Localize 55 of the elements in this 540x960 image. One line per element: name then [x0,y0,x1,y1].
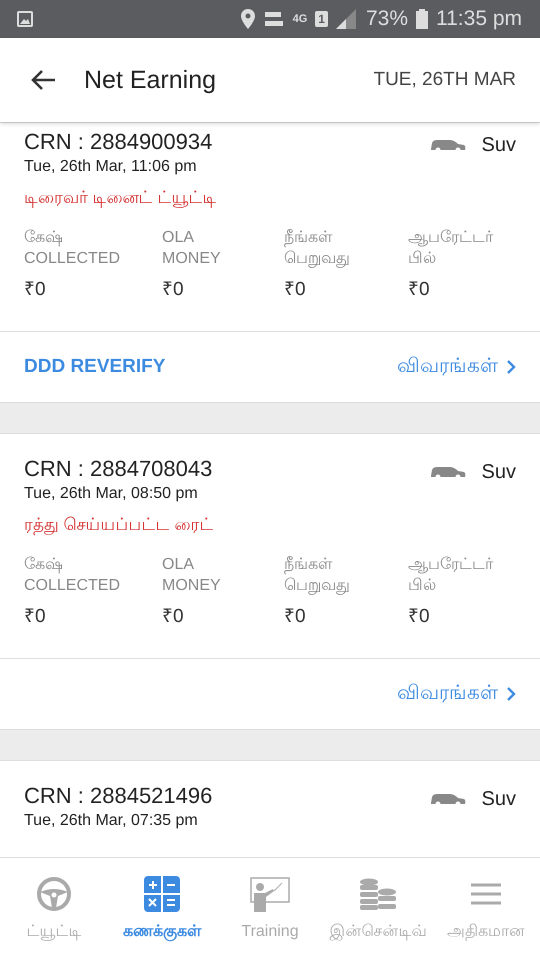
car-icon [430,466,466,480]
amount-value: ₹0 [24,278,47,301]
details-link[interactable]: விவரங்கள் [397,682,498,706]
amount-value: ₹0 [162,278,185,301]
image-icon [16,10,34,28]
sim-indicator: 1 [315,11,328,27]
network-type: 4G [292,13,308,25]
car-icon [430,792,466,806]
amount-value: ₹0 [24,605,47,628]
nav-tab[interactable]: Training [216,858,324,960]
amount-label: ஆபரேட்டர் பில் [408,228,494,269]
ride-status: டிரைவர் டினைட் ட்யூட்டி [24,188,218,209]
coins-icon [358,876,398,912]
amount-label: ஆபரேட்டர் பில் [408,555,494,596]
vehicle-type: Suv [482,461,516,484]
chevron-right-icon[interactable] [506,686,516,702]
amount-label: நீங்கள் பெறுவது [284,228,351,269]
amount-value: ₹0 [408,605,431,628]
amount-label: நீங்கள் பெறுவது [284,555,351,596]
amount-value: ₹0 [284,278,307,301]
ride-datetime: Tue, 26th Mar, 07:35 pm [24,812,199,830]
location-icon [240,9,255,29]
ride-status: ரத்து செய்யப்பட்ட ரைட் [24,515,214,536]
screen-title: Net Earning [84,66,218,94]
amount-label: கேஷ் COLLECTED [24,555,122,596]
nav-tab[interactable]: அதிகமான [432,858,540,960]
crn-number: CRN : 2884900934 [24,129,214,155]
vehicle-type: Suv [482,788,516,811]
vehicle-type: Suv [482,134,516,157]
nav-tab[interactable]: இன்சென்டிவ் [324,858,432,960]
chevron-right-icon[interactable] [506,359,516,375]
battery-icon [416,9,428,29]
crn-number: CRN : 2884521496 [24,783,214,809]
amount-value: ₹0 [284,605,307,628]
steering-wheel-icon [36,876,72,912]
signal-icon [336,9,358,29]
battery-percent: 73% [366,7,408,31]
clock: 11:35 pm [436,7,522,31]
back-arrow-icon[interactable] [30,69,56,91]
ride-datetime: Tue, 26th Mar, 08:50 pm [24,485,199,503]
amount-label: OLA MONEY [162,228,222,269]
crn-number: CRN : 2884708043 [24,456,214,482]
calculator-icon [144,876,180,912]
amount-label: கேஷ் COLLECTED [24,228,122,269]
car-icon [430,138,466,152]
date-label: TUE, 26TH MAR [373,69,516,91]
nav-tab[interactable]: ட்யூட்டி [0,858,108,960]
teacher-board-icon [250,877,290,913]
ride-datetime: Tue, 26th Mar, 11:06 pm [24,158,198,176]
details-link[interactable]: விவரங்கள் [397,355,498,379]
amount-value: ₹0 [408,278,431,301]
amount-value: ₹0 [162,605,185,628]
reverify-button[interactable]: DDD REVERIFY [24,356,166,378]
amount-label: OLA MONEY [162,555,222,596]
nav-tab[interactable]: கணக்குகள் [108,858,216,960]
